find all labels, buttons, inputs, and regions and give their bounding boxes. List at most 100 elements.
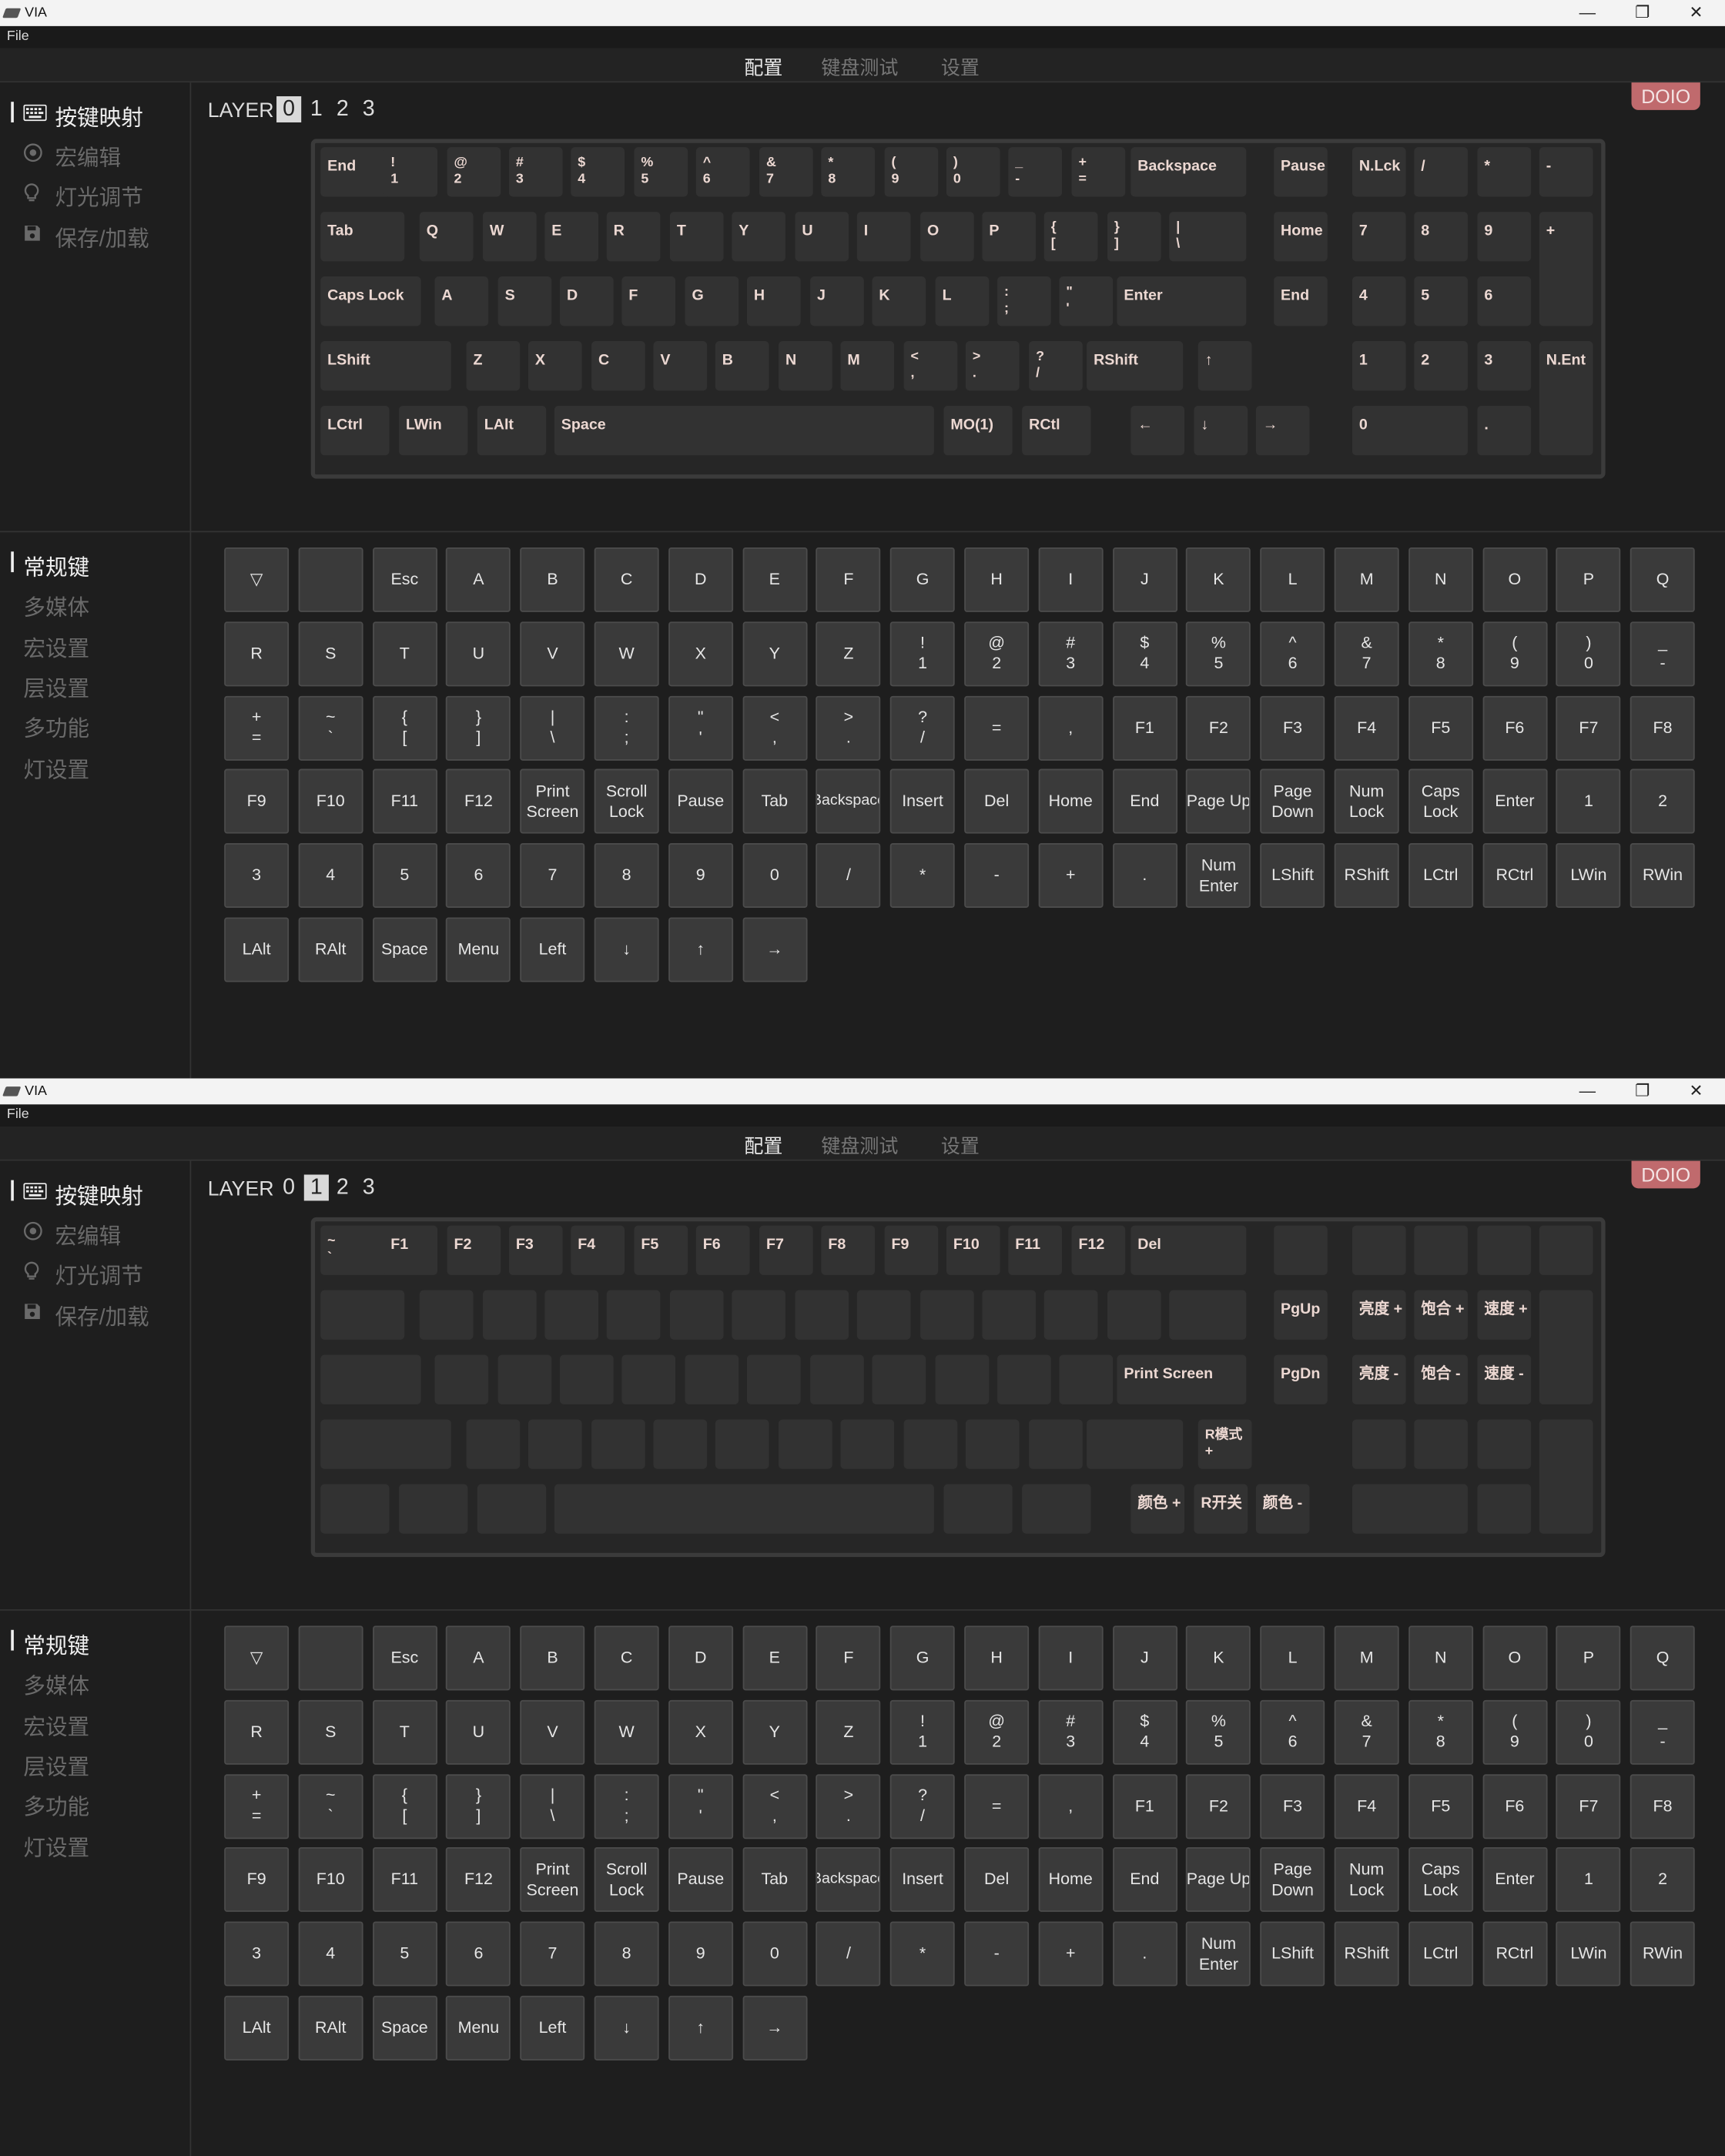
- palette-key[interactable]: Z: [816, 621, 881, 686]
- keyboard-key[interactable]: [1022, 1484, 1091, 1534]
- palette-key[interactable]: N: [1408, 547, 1473, 612]
- keyboard-key[interactable]: [1539, 1290, 1593, 1404]
- palette-key[interactable]: Num Lock: [1334, 1847, 1399, 1913]
- palette-key[interactable]: RShift: [1334, 843, 1399, 909]
- palette-key[interactable]: Backspace: [816, 1847, 881, 1913]
- palette-key[interactable]: @ 2: [964, 621, 1030, 686]
- palette-key[interactable]: LCtrl: [1408, 1921, 1473, 1987]
- palette-key[interactable]: _ -: [1630, 621, 1696, 686]
- keyboard-key[interactable]: { [: [1043, 212, 1098, 262]
- keyboard-key[interactable]: T: [669, 212, 724, 262]
- keyboard-key[interactable]: _ -: [1008, 147, 1063, 197]
- keyboard-key[interactable]: # 3: [508, 147, 563, 197]
- keyboard-key[interactable]: Backspace: [1130, 147, 1247, 197]
- keyboard-key[interactable]: [419, 1290, 474, 1340]
- palette-key[interactable]: Insert: [890, 769, 956, 835]
- palette-key[interactable]: H: [964, 547, 1030, 612]
- palette-key[interactable]: F12: [446, 1847, 511, 1913]
- keyboard-key[interactable]: 速度 +: [1477, 1290, 1532, 1340]
- palette-key[interactable]: N: [1408, 1625, 1473, 1691]
- palette-key[interactable]: " ': [668, 695, 733, 761]
- keyboard-key[interactable]: I: [856, 212, 911, 262]
- palette-key[interactable]: E: [742, 547, 807, 612]
- palette-key[interactable]: RShift: [1334, 1921, 1399, 1987]
- keyboard-key[interactable]: R开关: [1194, 1484, 1248, 1534]
- palette-key[interactable]: Left: [520, 917, 585, 983]
- keyboard-key[interactable]: [903, 1419, 958, 1469]
- palette-key[interactable]: & 7: [1334, 621, 1399, 686]
- palette-key[interactable]: Menu: [446, 917, 511, 983]
- keyboard-key[interactable]: R模式 +: [1197, 1419, 1252, 1469]
- palette-key[interactable]: O: [1482, 547, 1547, 612]
- keyboard-key[interactable]: F3: [508, 1225, 563, 1275]
- palette-key[interactable]: X: [668, 1699, 733, 1765]
- keyboard-key[interactable]: ↑: [1197, 340, 1252, 391]
- keyboard-key[interactable]: 饱合 -: [1414, 1354, 1468, 1404]
- keyboard-key[interactable]: F5: [634, 1225, 688, 1275]
- keyboard-key[interactable]: RCtl: [1022, 405, 1091, 456]
- keyboard-key[interactable]: [872, 1354, 926, 1404]
- keyboard-key[interactable]: ) 0: [946, 147, 1000, 197]
- keyboard-key[interactable]: PgUp: [1274, 1290, 1328, 1340]
- keyboard-key[interactable]: [606, 1290, 661, 1340]
- palette-key[interactable]: LShift: [1260, 843, 1325, 909]
- maximize-button[interactable]: ❐: [1615, 0, 1670, 26]
- palette-key[interactable]: Enter: [1482, 769, 1547, 835]
- palette-key[interactable]: .: [1112, 1921, 1177, 1987]
- keyboard-key[interactable]: [1539, 1419, 1593, 1534]
- palette-key[interactable]: +: [1038, 843, 1104, 909]
- palette-key[interactable]: Q: [1630, 1625, 1696, 1691]
- tab-config[interactable]: 配置: [744, 1132, 782, 1160]
- palette-key[interactable]: End: [1112, 1847, 1177, 1913]
- keyboard-key[interactable]: F8: [821, 1225, 876, 1275]
- palette-key[interactable]: Left: [520, 1995, 585, 2061]
- keyboard-key[interactable]: Print Screen: [1117, 1354, 1247, 1404]
- layer-1-button[interactable]: 1: [303, 1174, 329, 1201]
- keyboard-key[interactable]: N: [779, 340, 832, 391]
- palette-key[interactable]: [298, 547, 363, 612]
- keyboard-key[interactable]: /: [1414, 147, 1468, 197]
- palette-key[interactable]: _ -: [1630, 1699, 1696, 1765]
- palette-key[interactable]: S: [298, 621, 363, 686]
- palette-key[interactable]: -: [964, 1921, 1030, 1987]
- keyboard-key[interactable]: [1414, 1225, 1468, 1275]
- palette-key[interactable]: Tab: [742, 769, 807, 835]
- palette-key[interactable]: A: [446, 547, 511, 612]
- palette-key[interactable]: ( 9: [1482, 1699, 1547, 1765]
- keyboard-key[interactable]: End: [1274, 276, 1328, 326]
- palette-key[interactable]: ! 1: [890, 621, 956, 686]
- keyboard-key[interactable]: LCtrl: [320, 405, 390, 456]
- keyboard-key[interactable]: Q: [419, 212, 474, 262]
- keyboard-key[interactable]: LAlt: [477, 405, 547, 456]
- keyboard-key[interactable]: -: [1539, 147, 1593, 197]
- palette-key[interactable]: =: [964, 1773, 1030, 1839]
- keyboard-key[interactable]: A: [434, 276, 489, 326]
- palette-key[interactable]: Num Enter: [1186, 843, 1251, 909]
- palette-key[interactable]: E: [742, 1625, 807, 1691]
- palette-key[interactable]: .: [1112, 843, 1177, 909]
- palette-key[interactable]: ~ `: [298, 695, 363, 761]
- minimize-button[interactable]: —: [1560, 1078, 1615, 1104]
- palette-key[interactable]: U: [446, 621, 511, 686]
- keyboard-key[interactable]: ↓: [1194, 405, 1248, 456]
- keyboard-key[interactable]: [1352, 1484, 1468, 1534]
- category-item[interactable]: 多功能: [23, 710, 89, 743]
- palette-key[interactable]: * 8: [1408, 1699, 1473, 1765]
- keyboard-key[interactable]: ( 9: [884, 147, 939, 197]
- keyboard-key[interactable]: [1169, 1290, 1247, 1340]
- palette-key[interactable]: F10: [298, 769, 363, 835]
- tab-config[interactable]: 配置: [744, 54, 782, 82]
- palette-key[interactable]: F6: [1482, 1773, 1547, 1839]
- palette-key[interactable]: | \: [520, 1773, 585, 1839]
- palette-key[interactable]: 5: [372, 1921, 437, 1987]
- tab-keyboard-test[interactable]: 键盘测试: [821, 54, 898, 82]
- keyboard-key[interactable]: [1477, 1484, 1532, 1534]
- palette-key[interactable]: 3: [224, 1921, 290, 1987]
- palette-key[interactable]: 2: [1630, 769, 1696, 835]
- palette-key[interactable]: ,: [1038, 695, 1104, 761]
- keyboard-key[interactable]: [466, 1419, 521, 1469]
- keyboard-key[interactable]: End: [320, 147, 391, 197]
- palette-key[interactable]: ! 1: [890, 1699, 956, 1765]
- keyboard-key[interactable]: [810, 1354, 864, 1404]
- palette-key[interactable]: LWin: [1556, 1921, 1621, 1987]
